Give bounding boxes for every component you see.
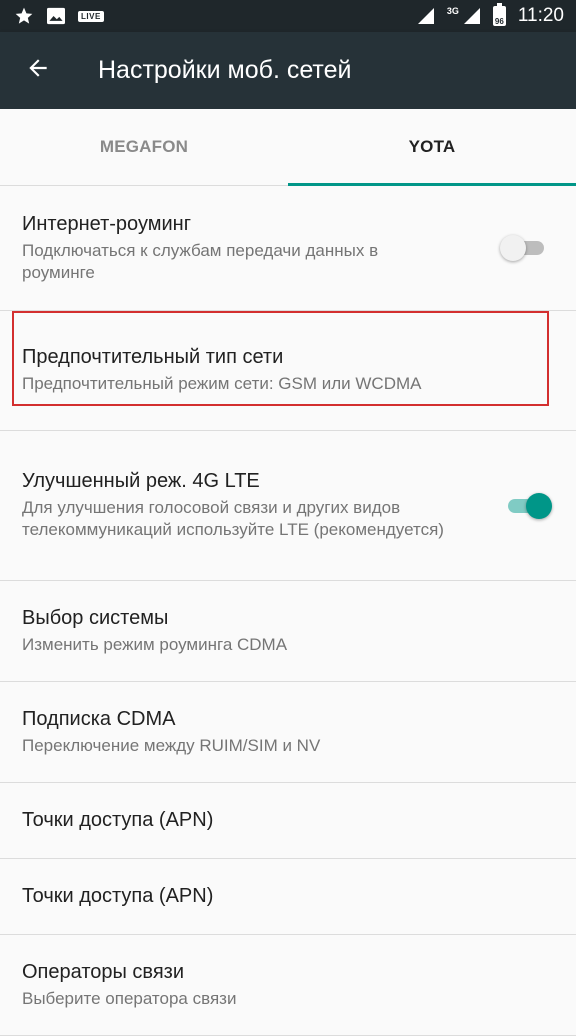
app-toolbar: Настройки моб. сетей [0,32,576,109]
item-summary: Предпочтительный режим сети: GSM или WCD… [22,374,422,393]
list-item-enhanced-4g-lte[interactable]: Улучшенный реж. 4G LTE Для улучшения гол… [0,431,576,581]
item-title: Точки доступа (APN) [22,809,214,831]
tab-megafon[interactable]: MEGAFON [0,109,288,185]
tab-yota[interactable]: YOTA [288,109,576,186]
item-title: Предпочтительный тип сети [22,346,284,368]
network-type-label: 3G [446,6,459,16]
battery-level: 96 [494,17,504,26]
status-bar: LIVE 3G 96 11:20 [0,0,576,32]
item-title: Выбор системы [22,606,169,629]
list-item-apn-1[interactable]: Точки доступа (APN) [0,783,576,859]
item-title: Точки доступа (APN) [22,885,214,907]
arrow-back-icon [25,55,51,86]
item-title: Интернет-роуминг [22,212,191,235]
item-summary: Для улучшения голосовой связи и других в… [22,498,444,539]
star-icon [14,6,34,26]
list-item-internet-roaming[interactable]: Интернет-роуминг Подключаться к службам … [0,186,576,311]
settings-list: Интернет-роуминг Подключаться к службам … [0,186,576,1036]
item-title: Подписка CDMA [22,707,176,730]
live-badge-icon: LIVE [78,10,104,22]
wifi-signal-icon [417,7,435,25]
toggle-thumb [500,235,526,261]
image-icon [46,7,66,25]
item-summary: Изменить режим роуминга CDMA [22,634,288,654]
item-title: Улучшенный реж. 4G LTE [22,470,260,492]
toggle-thumb [526,492,552,519]
list-item-preferred-network-type[interactable]: Предпочтительный тип сети Предпочтительн… [0,311,576,431]
page-title: Настройки моб. сетей [98,56,352,84]
item-title: Операторы связи [22,960,185,983]
item-summary: Переключение между RUIM/SIM и NV [22,735,321,755]
item-summary: Подключаться к службам передачи данных в… [22,240,379,282]
item-summary: Выберите оператора связи [22,988,237,1008]
list-item-system-select[interactable]: Выбор системы Изменить режим роуминга CD… [0,581,576,682]
sim-tabs: MEGAFON YOTA [0,109,576,186]
list-item-apn-2[interactable]: Точки доступа (APN) [0,859,576,935]
list-item-network-operators[interactable]: Операторы связи Выберите оператора связи [0,935,576,1036]
roaming-toggle[interactable] [500,235,548,261]
back-button[interactable] [0,32,76,109]
status-time: 11:20 [517,5,564,26]
list-item-cdma-subscription[interactable]: Подписка CDMA Переключение между RUIM/SI… [0,682,576,783]
battery-icon: 96 [492,3,506,26]
lte-toggle[interactable] [504,492,552,519]
cell-signal-icon [463,7,481,25]
